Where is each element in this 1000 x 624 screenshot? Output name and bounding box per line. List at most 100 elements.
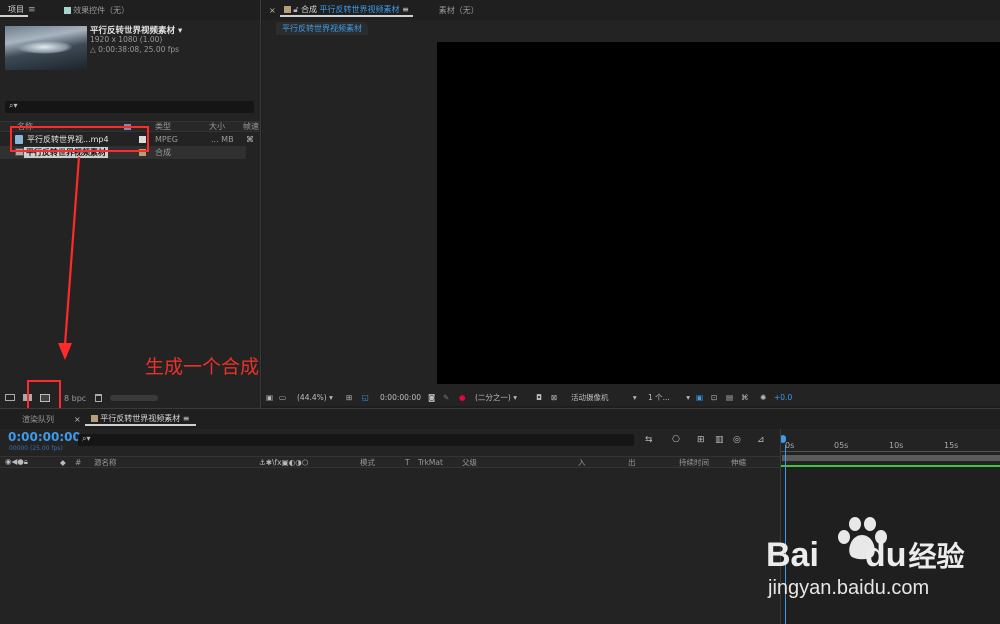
menu-icon[interactable]: ≡ — [183, 414, 190, 423]
tab-project[interactable]: 项目 — [0, 4, 28, 17]
reset-exposure-icon[interactable]: ⊡ — [711, 393, 717, 402]
comp-mini-flowchart-icon[interactable]: ⇆ — [645, 435, 653, 445]
work-area-bar[interactable] — [782, 455, 1000, 461]
tab-footage[interactable]: 素材（无） — [433, 5, 485, 16]
frame-blending-icon[interactable]: ▥ — [715, 435, 724, 445]
timeline-frame-info: 00000 (25.00 fps) — [9, 445, 63, 452]
exposure-value[interactable]: +0.0 — [774, 393, 792, 402]
tab-render-queue[interactable]: 渲染队列 — [16, 414, 60, 425]
tab-comp-name: 平行反转世界视频素材 — [319, 4, 400, 14]
project-scrollbar[interactable] — [110, 395, 158, 401]
viewer-timecode[interactable]: 0:00:00:00 — [380, 393, 421, 402]
asset-duration: △ 0:00:38:08, 25.00 fps — [90, 45, 180, 54]
mask-icon[interactable]: ◱ — [362, 393, 369, 402]
annotation-highlight-box — [10, 126, 149, 152]
camera-select[interactable]: 活动摄像机 ▾ — [571, 392, 637, 403]
tab-effects-label: 效果控件（无） — [73, 5, 130, 15]
ruler-tick: 05s — [834, 441, 849, 450]
project-search-input[interactable]: ⌕▾ — [5, 101, 254, 113]
viewer-breadcrumb[interactable]: 平行反转世界视频素材 — [276, 22, 368, 35]
timeline-search-input[interactable]: ⌕▾ — [78, 434, 634, 446]
tab-footage-label: 素材（无） — [438, 5, 479, 15]
lock-icon[interactable]: 🔓︎ — [293, 5, 298, 14]
project-item-size: ... MB — [211, 135, 234, 144]
menu-icon[interactable]: ≡ — [28, 5, 36, 15]
zoom-value: (44.4%) — [297, 392, 327, 402]
bpc-label[interactable]: 8 bpc — [64, 394, 86, 403]
trash-icon[interactable] — [95, 394, 102, 402]
col-mode[interactable]: 模式 — [360, 457, 375, 468]
close-tab-icon[interactable]: × — [269, 6, 276, 15]
exposure-icon[interactable]: ✺ — [760, 393, 766, 402]
motion-blur-icon[interactable]: ◎ — [733, 435, 741, 445]
panel-color-icon — [90, 414, 98, 422]
brand-bai: Bai — [766, 536, 819, 574]
col-t[interactable]: T — [405, 458, 410, 467]
col-stretch[interactable]: 伸缩 — [731, 457, 746, 468]
region-icon[interactable]: ◘ — [536, 393, 542, 402]
project-panel: 项目 ≡ 效果控件（无） 平行反转世界视频素材 ▾ 1920 x 1080 (1… — [0, 0, 260, 412]
network-icon: ⌘ — [246, 135, 254, 144]
col-parent[interactable]: 父级 — [462, 457, 477, 468]
project-search-field[interactable] — [25, 101, 245, 113]
ruler-tick: 10s — [889, 441, 904, 450]
col-type[interactable]: 类型 — [155, 121, 171, 132]
show-snapshot-icon[interactable]: ✎ — [443, 393, 449, 402]
viewer-tabbar: × 🔓︎ 合成 平行反转世界视频素材 ≡ 素材（无） — [262, 0, 1000, 20]
col-size[interactable]: 大小 — [209, 121, 225, 132]
toggle-pixel-icon[interactable]: ▣ — [696, 393, 703, 402]
col-frame[interactable]: 帧速 — [243, 121, 259, 132]
panel-color-icon — [283, 5, 291, 13]
resolution-select[interactable]: (二分之一) ▾ — [475, 392, 517, 403]
menu-icon[interactable]: ≡ — [402, 5, 409, 14]
col-duration[interactable]: 持续时间 — [679, 457, 709, 468]
panel-divider[interactable] — [260, 0, 261, 408]
switches-icons: ⚓✱\fx▣◐◑⬡ — [259, 457, 309, 467]
grid-icon[interactable]: ⊞ — [346, 393, 352, 402]
viewer-toolbar: ▣ ▭ (44.4%) ▾ ⊞ ◱ 0:00:00:00 ◙ ✎ ● (二分之一… — [262, 390, 1000, 404]
timeline-switches: ⇆ ⎔ ⊞ ▥ ◎ ⊿ — [645, 435, 775, 447]
tab-timeline-comp[interactable]: 平行反转世界视频素材 ≡ — [84, 413, 196, 426]
annotation-arrow — [58, 156, 81, 360]
col-out[interactable]: 出 — [628, 457, 636, 468]
tab-render-label: 渲染队列 — [22, 414, 54, 424]
project-item-type: 合成 — [155, 148, 171, 157]
draft-3d-icon[interactable]: ⎔ — [672, 435, 680, 445]
tab-timeline-label: 平行反转世界视频素材 — [100, 413, 181, 423]
tab-effects[interactable]: 效果控件（无） — [58, 5, 136, 16]
col-hash[interactable]: # — [75, 458, 81, 467]
layer-list-area[interactable] — [0, 469, 780, 624]
annotation-text: 生成一个合成 — [145, 356, 260, 378]
watermark-url: jingyan.baidu.com — [768, 577, 930, 599]
timeline-tabbar: 渲染队列 × 平行反转世界视频素材 ≡ — [0, 409, 1000, 429]
time-ruler[interactable]: 0s 05s 10s 15s — [780, 435, 1000, 463]
col-in[interactable]: 入 — [578, 457, 586, 468]
viewer-canvas[interactable] — [437, 42, 1000, 384]
flowchart-icon[interactable]: ⌘ — [741, 393, 749, 402]
views-value: 1 个... — [648, 392, 670, 402]
views-select[interactable]: 1 个... ▾ — [648, 392, 690, 403]
timeline-timecode[interactable]: 0:00:00:00 — [8, 430, 81, 444]
layer-column-header: ◉◀●🔒︎ ◆ # 源名称 ⚓✱\fx▣◐◑⬡ 模式 T TrkMat 父级 入… — [0, 456, 780, 468]
asset-thumbnail — [5, 26, 87, 70]
always-preview-icon[interactable]: ▣ — [266, 393, 273, 402]
snapshot-icon[interactable]: ◙ — [428, 393, 435, 402]
composition-viewer: × 🔓︎ 合成 平行反转世界视频素材 ≡ 素材（无） 平行反转世界视频素材 ▣ … — [262, 0, 1000, 406]
tab-project-label: 项目 — [8, 4, 24, 14]
zoom-select[interactable]: (44.4%) ▾ — [297, 393, 333, 402]
col-trkmat[interactable]: TrkMat — [418, 458, 443, 467]
transparency-grid-icon[interactable]: ⊠ — [551, 393, 557, 402]
fast-preview-icon[interactable]: ▤ — [726, 393, 733, 402]
close-tab-icon[interactable]: × — [74, 415, 81, 424]
brand-jingyan: 经验 — [908, 541, 965, 572]
asset-dropdown-icon[interactable]: ▾ — [178, 26, 182, 36]
shy-layers-icon[interactable]: ⊞ — [697, 435, 705, 445]
col-source-name[interactable]: 源名称 — [94, 457, 117, 468]
tab-composition[interactable]: 🔓︎ 合成 平行反转世界视频素材 ≡ — [279, 4, 413, 17]
search-icon: ⌕▾ — [9, 101, 18, 110]
channel-icon[interactable]: ● — [459, 393, 466, 402]
interpret-footage-icon[interactable] — [5, 394, 15, 401]
graph-editor-icon[interactable]: ⊿ — [757, 435, 765, 445]
monitor-icon[interactable]: ▭ — [279, 393, 286, 402]
ruler-tick: 15s — [944, 441, 959, 450]
